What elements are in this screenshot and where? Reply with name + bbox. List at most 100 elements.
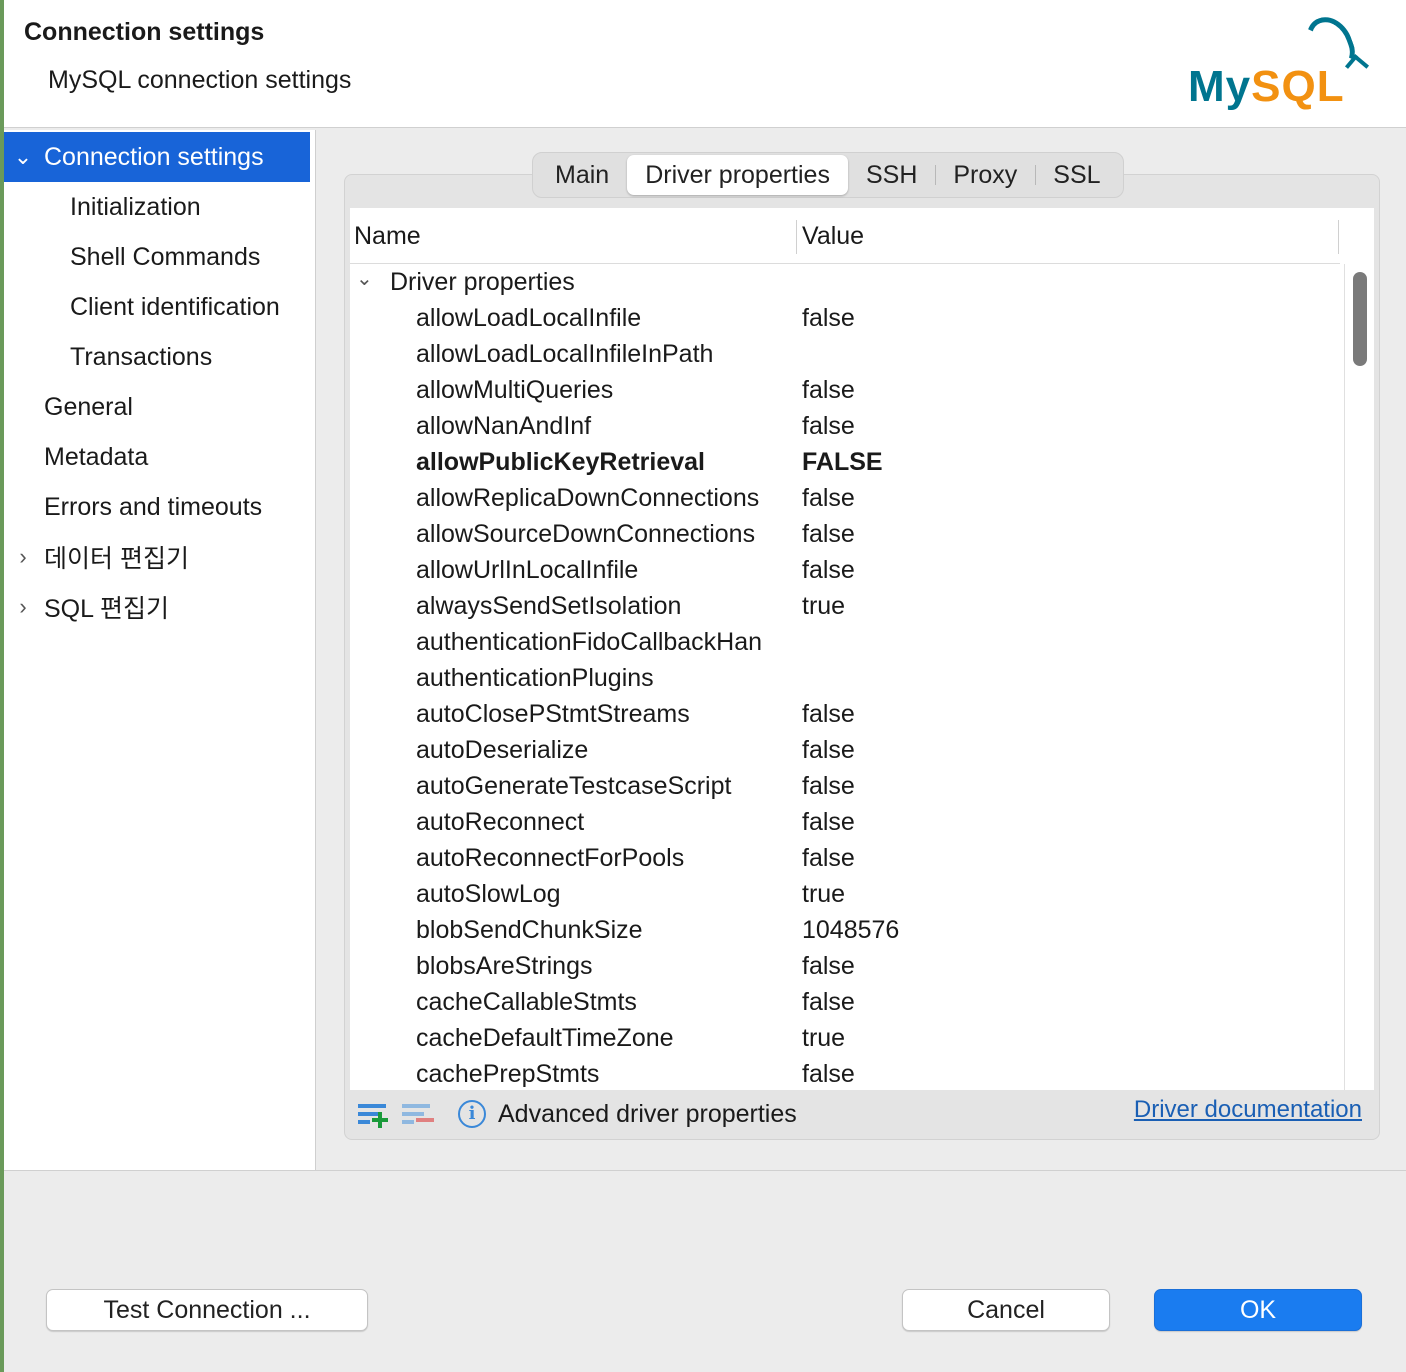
sidebar-item-errors-and-timeouts[interactable]: Errors and timeouts (4, 482, 310, 532)
table-row[interactable]: allowSourceDownConnections false (350, 516, 1344, 552)
property-name: autoDeserialize (416, 736, 589, 764)
table-row[interactable]: allowReplicaDownConnections false (350, 480, 1344, 516)
property-name: allowMultiQueries (416, 376, 614, 404)
table-row[interactable]: allowPublicKeyRetrieval FALSE (350, 444, 1344, 480)
property-value[interactable]: true (802, 592, 845, 621)
sidebar-item-sql-editor[interactable]: › SQL 편집기 (4, 582, 310, 632)
sidebar-item-general[interactable]: General (4, 382, 310, 432)
property-value[interactable]: true (802, 880, 845, 909)
settings-content: Main Driver properties SSH Proxy SSL Nam… (322, 130, 1406, 1170)
property-value[interactable]: false (802, 952, 855, 981)
property-name: blobsAreStrings (416, 952, 593, 980)
table-row[interactable]: allowUrlInLocalInfile false (350, 552, 1344, 588)
ok-button[interactable]: OK (1154, 1289, 1362, 1331)
sidebar-item-shell-commands[interactable]: Shell Commands (4, 232, 310, 282)
property-name: allowUrlInLocalInfile (416, 556, 639, 584)
chevron-right-icon[interactable]: › (12, 544, 34, 570)
tab-driver-properties[interactable]: Driver properties (627, 155, 848, 195)
table-row[interactable]: autoSlowLog true (350, 876, 1344, 912)
property-value[interactable]: false (802, 412, 855, 441)
tab-ssh[interactable]: SSH (848, 155, 935, 195)
property-name: alwaysSendSetIsolation (416, 592, 682, 620)
table-row[interactable]: allowLoadLocalInfile false (350, 300, 1344, 336)
property-name: cachePrepStmts (416, 1060, 600, 1088)
cancel-button[interactable]: Cancel (902, 1289, 1110, 1331)
property-value[interactable]: false (802, 520, 855, 549)
dialog-button-bar: Test Connection ... Cancel OK (4, 1170, 1406, 1372)
property-name: allowPublicKeyRetrieval (416, 448, 706, 476)
property-name: autoReconnect (416, 808, 585, 836)
page-title: Connection settings (24, 18, 265, 46)
chevron-down-icon[interactable]: ⌄ (356, 266, 373, 291)
sidebar-item-metadata[interactable]: Metadata (4, 432, 310, 482)
add-property-icon[interactable] (358, 1102, 390, 1128)
vertical-scrollbar[interactable] (1344, 264, 1374, 1090)
table-row[interactable]: autoReconnectForPools false (350, 840, 1344, 876)
property-name: autoGenerateTestcaseScript (416, 772, 732, 800)
driver-documentation-link[interactable]: Driver documentation (1134, 1096, 1362, 1124)
driver-properties-table: Name Value ⌄ Driver properties allowLoad… (350, 208, 1374, 1090)
property-name: authenticationPlugins (416, 664, 654, 692)
property-name: allowSourceDownConnections (416, 520, 756, 548)
sidebar-item-connection-settings[interactable]: ⌄ Connection settings (4, 132, 310, 182)
mysql-logo: MySQL (1184, 10, 1384, 120)
sidebar-item-data-editor[interactable]: › 데이터 편집기 (4, 532, 310, 582)
tab-proxy[interactable]: Proxy (935, 155, 1035, 195)
table-row[interactable]: allowLoadLocalInfileInPath (350, 336, 1344, 372)
table-row[interactable]: blobSendChunkSize 1048576 (350, 912, 1344, 948)
table-header: Name Value (350, 208, 1340, 264)
property-value[interactable]: false (802, 376, 855, 405)
property-value[interactable]: false (802, 304, 855, 333)
connection-settings-dialog: Connection settings MySQL connection set… (4, 0, 1406, 1372)
settings-sidebar: ⌄ Connection settings Initialization She… (4, 130, 316, 1170)
tab-ssl[interactable]: SSL (1035, 155, 1118, 195)
table-footer: i Advanced driver properties Driver docu… (350, 1090, 1374, 1138)
tab-bar: Main Driver properties SSH Proxy SSL (532, 152, 1124, 198)
sidebar-item-transactions[interactable]: Transactions (4, 332, 310, 382)
property-value[interactable]: true (802, 1024, 845, 1053)
advanced-driver-properties-label: Advanced driver properties (498, 1100, 797, 1128)
table-row[interactable]: blobsAreStrings false (350, 948, 1344, 984)
column-header-value[interactable]: Value (802, 222, 864, 251)
property-name: authenticationFidoCallbackHan (416, 628, 763, 656)
property-value[interactable]: false (802, 772, 855, 801)
property-name: autoClosePStmtStreams (416, 700, 690, 728)
table-row[interactable]: autoDeserialize false (350, 732, 1344, 768)
table-row[interactable]: cachePrepStmts false (350, 1056, 1344, 1090)
remove-property-icon[interactable] (402, 1102, 434, 1128)
property-value[interactable]: false (802, 988, 855, 1017)
table-body: ⌄ Driver properties allowLoadLocalInfile… (350, 264, 1344, 1090)
sidebar-item-client-identification[interactable]: Client identification (4, 282, 310, 332)
chevron-right-icon[interactable]: › (12, 594, 34, 620)
table-row[interactable]: cacheCallableStmts false (350, 984, 1344, 1020)
property-value[interactable]: false (802, 700, 855, 729)
table-row[interactable]: authenticationFidoCallbackHan (350, 624, 1344, 660)
property-value[interactable]: false (802, 556, 855, 585)
scrollbar-thumb[interactable] (1353, 272, 1367, 366)
info-icon: i (458, 1100, 486, 1128)
property-value[interactable]: 1048576 (802, 916, 899, 945)
table-row[interactable]: allowNanAndInf false (350, 408, 1344, 444)
table-row[interactable]: cacheDefaultTimeZone true (350, 1020, 1344, 1056)
table-row[interactable]: allowMultiQueries false (350, 372, 1344, 408)
chevron-down-icon[interactable]: ⌄ (12, 144, 34, 170)
property-value[interactable]: false (802, 736, 855, 765)
table-row[interactable]: alwaysSendSetIsolation true (350, 588, 1344, 624)
column-header-name[interactable]: Name (354, 222, 421, 251)
property-name: blobSendChunkSize (416, 916, 643, 944)
property-value[interactable]: FALSE (802, 448, 883, 477)
table-row[interactable]: autoReconnect false (350, 804, 1344, 840)
property-value[interactable]: false (802, 484, 855, 513)
property-value[interactable]: false (802, 808, 855, 837)
property-name: autoSlowLog (416, 880, 561, 908)
sidebar-item-initialization[interactable]: Initialization (4, 182, 310, 232)
test-connection-button[interactable]: Test Connection ... (46, 1289, 368, 1331)
table-row[interactable]: autoGenerateTestcaseScript false (350, 768, 1344, 804)
property-value[interactable]: false (802, 1060, 855, 1089)
property-name: autoReconnectForPools (416, 844, 685, 872)
property-name: allowLoadLocalInfile (416, 304, 642, 332)
table-row[interactable]: authenticationPlugins (350, 660, 1344, 696)
property-value[interactable]: false (802, 844, 855, 873)
table-row[interactable]: autoClosePStmtStreams false (350, 696, 1344, 732)
tab-main[interactable]: Main (537, 155, 627, 195)
